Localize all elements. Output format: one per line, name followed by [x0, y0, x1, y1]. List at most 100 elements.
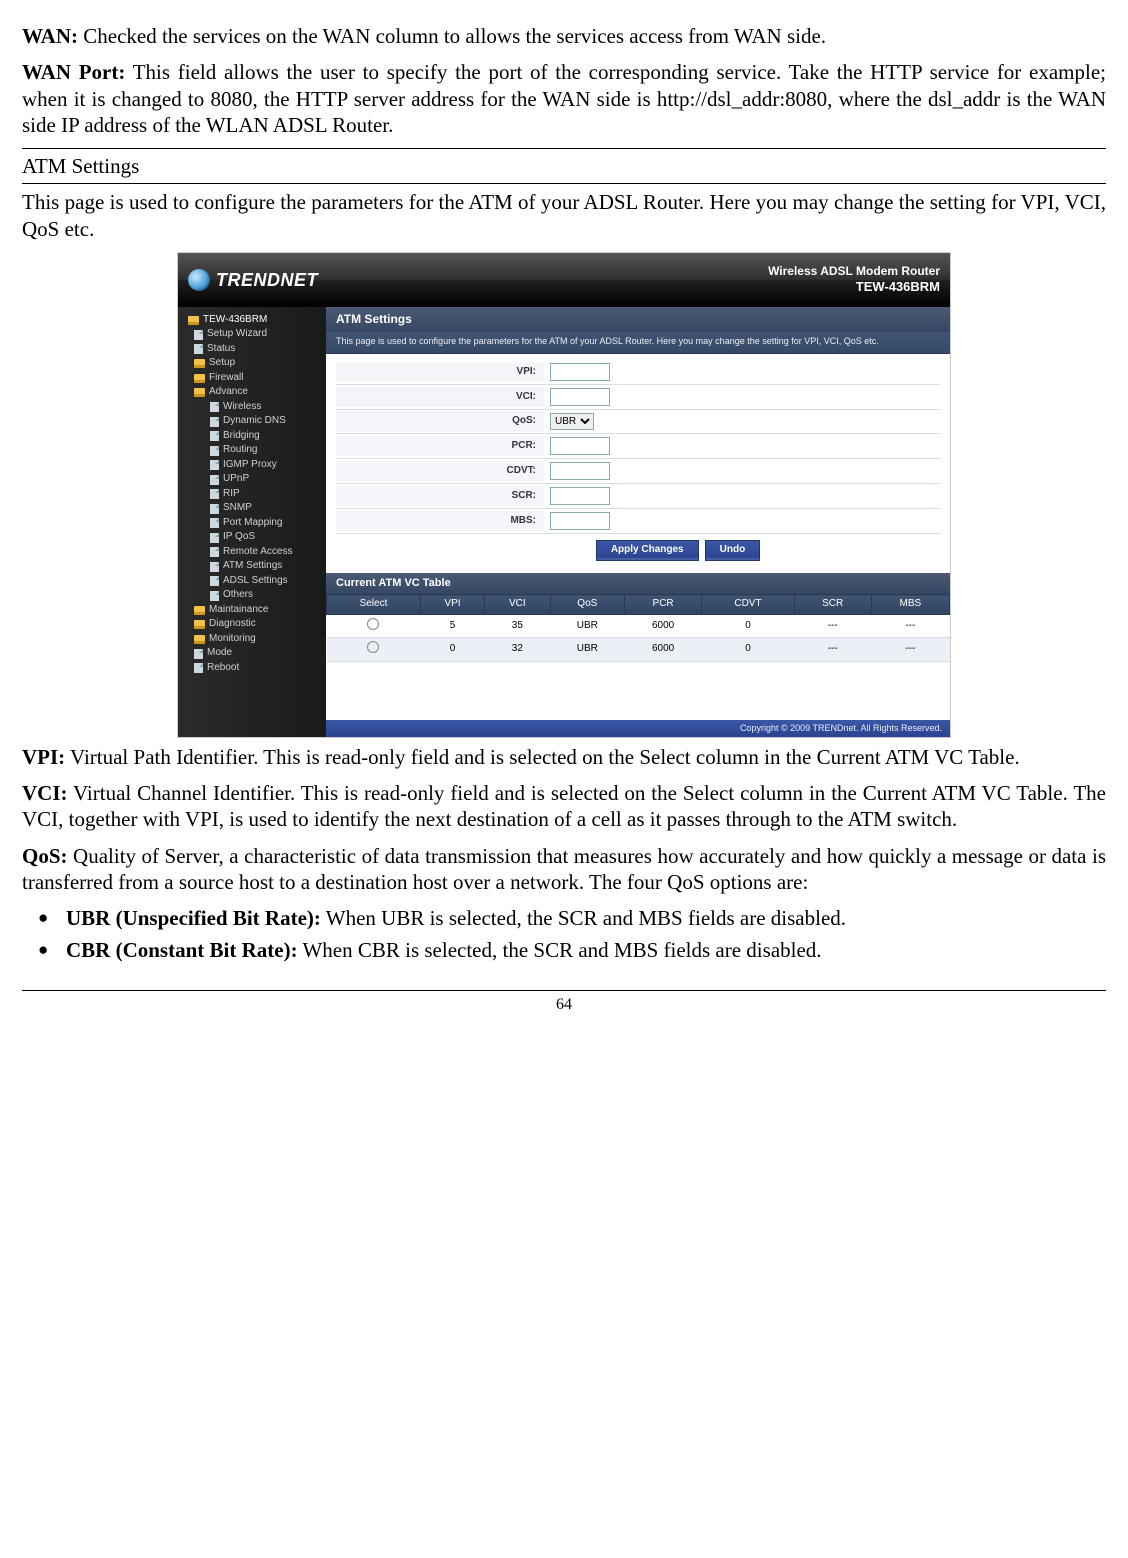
vc-table: Select VPI VCI QoS PCR CDVT SCR MBS 5 35… — [326, 594, 950, 662]
page-icon — [194, 663, 203, 673]
para-vpi: VPI: Virtual Path Identifier. This is re… — [22, 744, 1106, 770]
table-row: 0 32 UBR 6000 0 --- --- — [327, 638, 950, 662]
cell-scr: --- — [794, 614, 871, 638]
th-vpi: VPI — [420, 595, 484, 615]
sidebar-item-others[interactable]: Others — [178, 588, 326, 603]
sidebar-item-snmp[interactable]: SNMP — [178, 501, 326, 516]
sidebar-item-advance[interactable]: Advance — [178, 385, 326, 400]
page-icon — [210, 475, 219, 485]
sidebar-item-mode[interactable]: Mode — [178, 646, 326, 661]
cell-pcr: 6000 — [624, 638, 701, 662]
sidebar-item-igmp-proxy[interactable]: IGMP Proxy — [178, 458, 326, 473]
sidebar-item-upnp[interactable]: UPnP — [178, 472, 326, 487]
para-wan: WAN: Checked the services on the WAN col… — [22, 23, 1106, 49]
panel-title: ATM Settings — [326, 307, 950, 332]
label-wan: WAN: — [22, 24, 78, 48]
vc-table-title: Current ATM VC Table — [326, 573, 950, 595]
sidebar-item-monitoring[interactable]: Monitoring — [178, 632, 326, 647]
text-vpi-def: Virtual Path Identifier. This is read-on… — [65, 745, 1020, 769]
sidebar-item-bridging[interactable]: Bridging — [178, 429, 326, 444]
apply-changes-button[interactable]: Apply Changes — [596, 540, 699, 561]
radio-select[interactable] — [367, 618, 379, 630]
page-icon — [194, 330, 203, 340]
folder-icon — [194, 606, 205, 615]
router-body: TEW-436BRM Setup Wizard Status Setup Fir… — [178, 307, 950, 737]
sidebar-item-diagnostic[interactable]: Diagnostic — [178, 617, 326, 632]
sidebar-item-maintainance[interactable]: Maintainance — [178, 603, 326, 618]
row-qos: QoS:UBR — [336, 410, 940, 434]
label-cbr: CBR (Constant Bit Rate): — [66, 938, 298, 962]
sidebar-item-firewall[interactable]: Firewall — [178, 371, 326, 386]
atm-form: VPI: VCI: QoS:UBR PCR: CDVT: SCR: MBS: A… — [326, 354, 950, 573]
label-ubr: UBR (Unspecified Bit Rate): — [66, 906, 321, 930]
cell-cdvt: 0 — [702, 614, 795, 638]
sidebar-item-ip-qos[interactable]: IP QoS — [178, 530, 326, 545]
sidebar-item-dynamic-dns[interactable]: Dynamic DNS — [178, 414, 326, 429]
page-icon — [210, 591, 219, 601]
footer-rule — [22, 990, 1106, 991]
page-icon — [210, 576, 219, 586]
page-icon — [210, 504, 219, 514]
heading-atm-settings: ATM Settings — [22, 153, 1106, 179]
row-pcr: PCR: — [336, 434, 940, 459]
para-qos: QoS: Quality of Server, a characteristic… — [22, 843, 1106, 896]
cell-pcr: 6000 — [624, 614, 701, 638]
divider — [22, 183, 1106, 184]
sidebar-item-setup[interactable]: Setup — [178, 356, 326, 371]
vc-table-header-row: Select VPI VCI QoS PCR CDVT SCR MBS — [327, 595, 950, 615]
sidebar-item-routing[interactable]: Routing — [178, 443, 326, 458]
router-content: ATM Settings This page is used to config… — [326, 307, 950, 737]
label-mbs: MBS: — [336, 511, 544, 532]
cell-qos: UBR — [550, 638, 624, 662]
logo-icon — [188, 269, 210, 291]
para-vci: VCI: Virtual Channel Identifier. This is… — [22, 780, 1106, 833]
row-cdvt: CDVT: — [336, 459, 940, 484]
list-item-cbr: CBR (Constant Bit Rate): When CBR is sel… — [66, 937, 1106, 963]
undo-button[interactable]: Undo — [705, 540, 761, 561]
input-scr[interactable] — [550, 487, 610, 505]
folder-icon — [194, 635, 205, 644]
sidebar-item-rip[interactable]: RIP — [178, 487, 326, 502]
sidebar-item-atm-settings[interactable]: ATM Settings — [178, 559, 326, 574]
cell-qos: UBR — [550, 614, 624, 638]
text-vci-def: Virtual Channel Identifier. This is read… — [22, 781, 1106, 831]
cell-mbs: --- — [871, 614, 949, 638]
para-atm-intro: This page is used to configure the param… — [22, 189, 1106, 242]
text-wan-port: This field allows the user to specify th… — [22, 60, 1106, 137]
sidebar-item-port-mapping[interactable]: Port Mapping — [178, 516, 326, 531]
input-pcr[interactable] — [550, 437, 610, 455]
select-qos[interactable]: UBR — [550, 413, 594, 430]
input-mbs[interactable] — [550, 512, 610, 530]
sidebar-item-setup-wizard[interactable]: Setup Wizard — [178, 327, 326, 342]
sidebar-item-reboot[interactable]: Reboot — [178, 661, 326, 676]
sidebar-item-status[interactable]: Status — [178, 342, 326, 357]
label-vci: VCI: — [336, 387, 544, 408]
router-title: Wireless ADSL Modem Router TEW-436BRM — [768, 264, 940, 295]
page-icon — [210, 489, 219, 499]
input-vci[interactable] — [550, 388, 610, 406]
label-pcr: PCR: — [336, 436, 544, 457]
page-icon — [210, 431, 219, 441]
page-icon — [194, 344, 203, 354]
page-icon — [210, 562, 219, 572]
input-cdvt[interactable] — [550, 462, 610, 480]
sidebar-root[interactable]: TEW-436BRM — [178, 313, 326, 328]
sidebar-item-adsl-settings[interactable]: ADSL Settings — [178, 574, 326, 589]
page-icon — [210, 518, 219, 528]
label-wan-port: WAN Port: — [22, 60, 125, 84]
cell-vci: 35 — [485, 614, 551, 638]
input-vpi[interactable] — [550, 363, 610, 381]
th-mbs: MBS — [871, 595, 949, 615]
para-wan-port: WAN Port: This field allows the user to … — [22, 59, 1106, 138]
sidebar-item-remote-access[interactable]: Remote Access — [178, 545, 326, 560]
radio-select[interactable] — [367, 641, 379, 653]
page-icon — [210, 402, 219, 412]
sidebar-item-wireless[interactable]: Wireless — [178, 400, 326, 415]
folder-icon — [194, 620, 205, 629]
table-row: 5 35 UBR 6000 0 --- --- — [327, 614, 950, 638]
cell-vpi: 0 — [420, 638, 484, 662]
logo-text: TRENDNET — [216, 269, 318, 292]
router-screenshot: TRENDNET Wireless ADSL Modem Router TEW-… — [177, 252, 951, 738]
text-ubr: When UBR is selected, the SCR and MBS fi… — [321, 906, 846, 930]
row-vci: VCI: — [336, 385, 940, 410]
